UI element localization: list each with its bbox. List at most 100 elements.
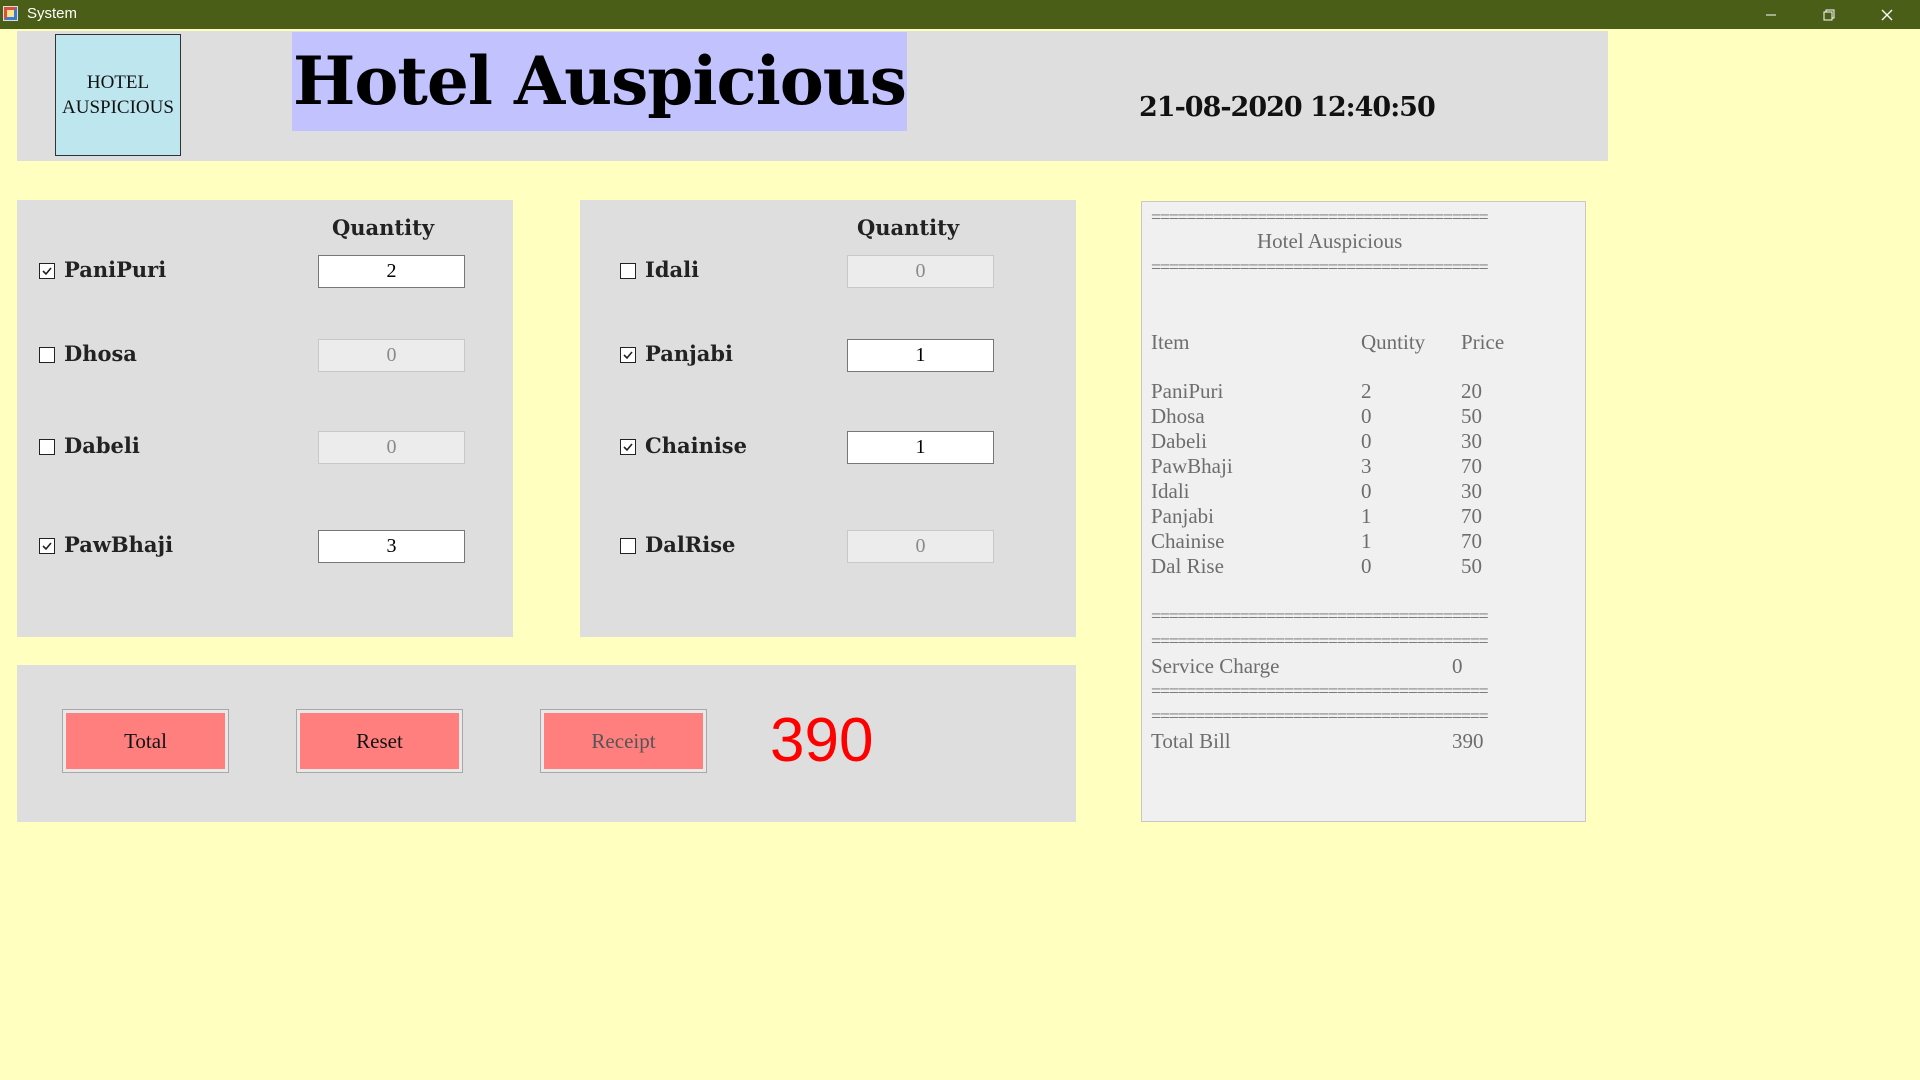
receipt-row-item: Chainise bbox=[1151, 529, 1225, 553]
logo-line-1: HOTEL bbox=[86, 72, 150, 93]
receipt-column-headers: Item Quntity Price bbox=[1151, 330, 1571, 355]
receipt-separator: ====================================== bbox=[1151, 257, 1489, 277]
receipt-row-qty: 0 bbox=[1361, 404, 1372, 428]
receipt-title: Hotel Auspicious bbox=[1257, 229, 1403, 253]
receipt-col-price: Price bbox=[1461, 330, 1505, 354]
quantity-input-dabeli[interactable]: 0 bbox=[318, 431, 465, 464]
receipt-row-price: 30 bbox=[1461, 429, 1482, 453]
receipt-row: Dhosa 0 50 bbox=[1151, 404, 1571, 429]
menu-row-dhosa: Dhosa 0 bbox=[17, 338, 513, 372]
service-charge-label: Service Charge bbox=[1151, 654, 1280, 678]
service-charge-value: 0 bbox=[1452, 654, 1463, 678]
action-panel: Total Reset Receipt bbox=[17, 665, 1076, 822]
receipt-row-price: 20 bbox=[1461, 379, 1482, 403]
receipt-total-bill: Total Bill 390 bbox=[1151, 729, 1571, 754]
quantity-header: Quantity bbox=[857, 215, 960, 240]
receipt-row-price: 50 bbox=[1461, 404, 1482, 428]
total-button[interactable]: Total bbox=[62, 709, 229, 773]
hotel-title: Hotel Auspicious bbox=[292, 32, 907, 131]
checkbox-panipuri[interactable] bbox=[39, 263, 55, 279]
receipt-row: Dabeli 0 30 bbox=[1151, 429, 1571, 454]
hotel-logo: HOTEL AUSPICIOUS bbox=[55, 34, 181, 156]
quantity-input-chainise[interactable]: 1 bbox=[847, 431, 994, 464]
receipt-row-item: Panjabi bbox=[1151, 504, 1214, 528]
receipt-col-item: Item bbox=[1151, 330, 1190, 354]
checkbox-panjabi[interactable] bbox=[620, 347, 636, 363]
checkbox-pawbhaji[interactable] bbox=[39, 538, 55, 554]
menu-panel-right: Quantity Idali 0 Panjabi 1 Chainise 1 Da… bbox=[580, 200, 1076, 637]
receipt-separator: ====================================== bbox=[1151, 207, 1489, 227]
receipt-row-item: Dhosa bbox=[1151, 404, 1205, 428]
receipt-separator: ====================================== bbox=[1151, 681, 1489, 701]
receipt-row-item: Idali bbox=[1151, 479, 1190, 503]
receipt-row-item: PawBhaji bbox=[1151, 454, 1233, 478]
item-label-dabeli: Dabeli bbox=[64, 433, 140, 458]
item-label-pawbhaji: PawBhaji bbox=[64, 532, 174, 557]
close-icon bbox=[1881, 9, 1893, 20]
datetime-label: 21-08-2020 12:40:50 bbox=[1139, 92, 1436, 123]
receipt-service-charge: Service Charge 0 bbox=[1151, 654, 1571, 679]
quantity-input-dhosa[interactable]: 0 bbox=[318, 339, 465, 372]
quantity-input-panipuri[interactable]: 2 bbox=[318, 255, 465, 288]
checkbox-dalrise[interactable] bbox=[620, 538, 636, 554]
menu-row-dabeli: Dabeli 0 bbox=[17, 430, 513, 464]
checkbox-idali[interactable] bbox=[620, 263, 636, 279]
receipt-row: PawBhaji 3 70 bbox=[1151, 454, 1571, 479]
receipt-row-item: Dabeli bbox=[1151, 429, 1207, 453]
restore-button[interactable] bbox=[1800, 0, 1858, 29]
total-bill-value: 390 bbox=[1452, 729, 1484, 753]
receipt-button[interactable]: Receipt bbox=[540, 709, 707, 773]
receipt-row-price: 50 bbox=[1461, 554, 1482, 578]
quantity-input-panjabi[interactable]: 1 bbox=[847, 339, 994, 372]
receipt-row-qty: 1 bbox=[1361, 529, 1372, 553]
window-titlebar: System bbox=[0, 0, 1920, 29]
receipt-row-qty: 3 bbox=[1361, 454, 1372, 478]
window-title: System bbox=[27, 5, 78, 22]
quantity-input-pawbhaji[interactable]: 3 bbox=[318, 530, 465, 563]
menu-row-dalrise: DalRise 0 bbox=[580, 529, 1076, 563]
menu-row-pawbhaji: PawBhaji 3 bbox=[17, 529, 513, 563]
quantity-input-dalrise[interactable]: 0 bbox=[847, 530, 994, 563]
checkbox-dabeli[interactable] bbox=[39, 439, 55, 455]
receipt-row-item: Dal Rise bbox=[1151, 554, 1224, 578]
receipt-row: Chainise 1 70 bbox=[1151, 529, 1571, 554]
receipt-row: Panjabi 1 70 bbox=[1151, 504, 1571, 529]
quantity-header: Quantity bbox=[332, 215, 435, 240]
receipt-separator: ====================================== bbox=[1151, 631, 1489, 651]
receipt-row-qty: 2 bbox=[1361, 379, 1372, 403]
receipt-row-item: PaniPuri bbox=[1151, 379, 1224, 403]
restore-icon bbox=[1823, 9, 1835, 20]
receipt-col-qty: Quntity bbox=[1361, 330, 1426, 354]
receipt-row-price: 70 bbox=[1461, 454, 1482, 478]
menu-row-panipuri: PaniPuri 2 bbox=[17, 254, 513, 288]
item-label-idali: Idali bbox=[645, 257, 700, 282]
item-label-panjabi: Panjabi bbox=[645, 341, 733, 366]
receipt-separator: ====================================== bbox=[1151, 606, 1489, 626]
receipt-row-qty: 0 bbox=[1361, 479, 1372, 503]
receipt-row: PaniPuri 2 20 bbox=[1151, 379, 1571, 404]
receipt-row-qty: 0 bbox=[1361, 429, 1372, 453]
close-button[interactable] bbox=[1858, 0, 1916, 29]
receipt-row-qty: 1 bbox=[1361, 504, 1372, 528]
item-label-dhosa: Dhosa bbox=[64, 341, 137, 366]
receipt-textbox[interactable]: ====================================== H… bbox=[1141, 201, 1586, 822]
receipt-row: Dal Rise 0 50 bbox=[1151, 554, 1571, 579]
minimize-button[interactable] bbox=[1742, 0, 1800, 29]
menu-row-panjabi: Panjabi 1 bbox=[580, 338, 1076, 372]
minimize-icon bbox=[1766, 14, 1776, 15]
reset-button[interactable]: Reset bbox=[296, 709, 463, 773]
receipt-row-price: 30 bbox=[1461, 479, 1482, 503]
total-bill-label: Total Bill bbox=[1151, 729, 1231, 753]
checkbox-dhosa[interactable] bbox=[39, 347, 55, 363]
quantity-input-idali[interactable]: 0 bbox=[847, 255, 994, 288]
menu-row-chainise: Chainise 1 bbox=[580, 430, 1076, 464]
checkbox-chainise[interactable] bbox=[620, 439, 636, 455]
checkmark-icon bbox=[42, 267, 52, 276]
item-label-dalrise: DalRise bbox=[645, 532, 736, 557]
item-label-chainise: Chainise bbox=[645, 433, 747, 458]
total-amount: 390 bbox=[770, 706, 874, 775]
receipt-row-price: 70 bbox=[1461, 529, 1482, 553]
receipt-row-price: 70 bbox=[1461, 504, 1482, 528]
menu-row-idali: Idali 0 bbox=[580, 254, 1076, 288]
receipt-row-qty: 0 bbox=[1361, 554, 1372, 578]
